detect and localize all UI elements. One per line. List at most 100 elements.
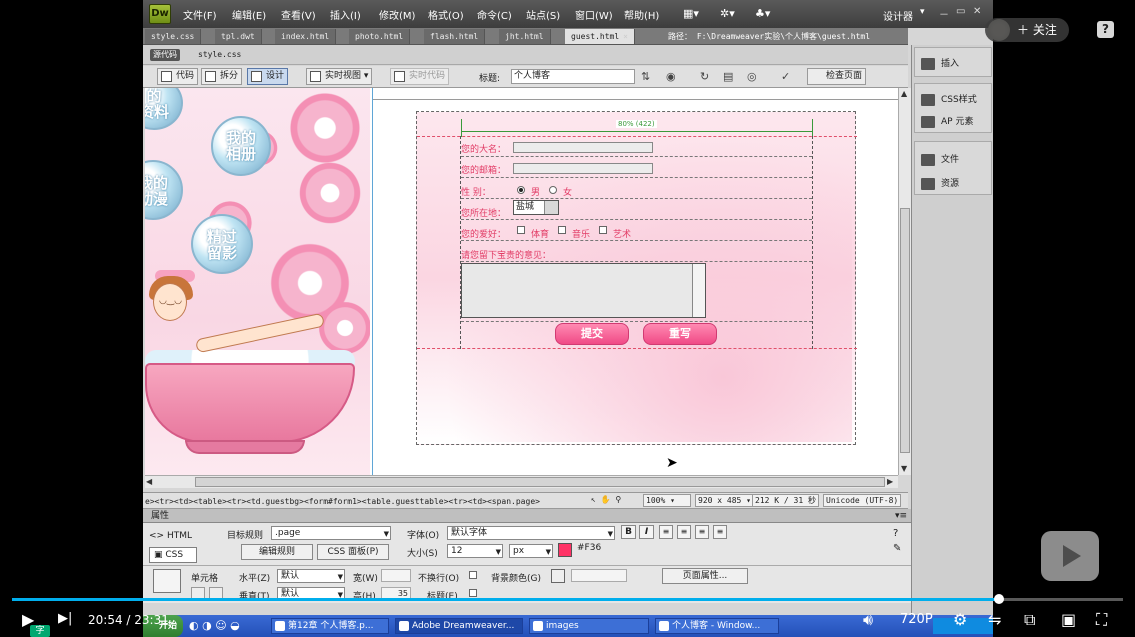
header-checkbox[interactable] (469, 589, 477, 597)
text-color-swatch[interactable] (558, 543, 572, 557)
picture-in-picture-icon[interactable]: ⧉ (1024, 610, 1035, 630)
zoom-select[interactable]: 100% ▾ (643, 494, 691, 507)
align-left-icon[interactable]: ≡ (659, 525, 673, 539)
refresh-icon[interactable]: ↻ (700, 70, 709, 83)
window-size[interactable]: 920 x 485 ▾ (695, 494, 754, 507)
source-code-button[interactable]: 源代码 (150, 49, 180, 61)
volume-icon[interactable]: 🔊︎ (863, 610, 873, 630)
hobby-sports-checkbox[interactable] (517, 226, 525, 234)
fullscreen-icon[interactable]: ⛶ (1096, 610, 1107, 630)
video-progress-knob[interactable] (994, 594, 1004, 604)
bold-button[interactable]: B (621, 525, 636, 539)
tab-index-html[interactable]: index.html (275, 29, 337, 44)
css-panel-button[interactable]: CSS 面板(P) (317, 544, 389, 560)
html-tab[interactable]: <> HTML (149, 531, 192, 541)
maximize-button[interactable]: ▭ (956, 6, 965, 17)
italic-button[interactable]: I (639, 525, 654, 539)
horizontal-scrollbar[interactable]: ◀ ▶ (145, 475, 898, 488)
reset-button[interactable]: 重写 (643, 323, 717, 345)
ap-elements-tab[interactable]: AP 元素 (921, 114, 973, 128)
menu-help[interactable]: 帮助(H) (624, 7, 659, 22)
quick-tag-icon[interactable]: ✎ (893, 543, 901, 554)
code-view-button[interactable]: 代码 (157, 68, 199, 85)
bg-color-input[interactable] (571, 569, 627, 582)
next-icon[interactable]: ▶| (58, 611, 72, 626)
danmaku-off-icon[interactable]: ⇋ (988, 610, 1001, 629)
panel-menu-icon[interactable]: ▾≡ (895, 509, 907, 523)
assets-tab[interactable]: 资源 (921, 176, 959, 190)
gender-female-radio[interactable] (549, 186, 557, 194)
menu-file[interactable]: 文件(F) (183, 7, 217, 22)
menu-format[interactable]: 格式(O) (428, 7, 464, 22)
follow-button[interactable]: ＋ 关注 (985, 18, 1069, 42)
menu-modify[interactable]: 修改(M) (379, 7, 415, 22)
scroll-up-icon[interactable]: ▲ (901, 89, 907, 98)
file-management-icon[interactable]: ⇅ (641, 70, 650, 83)
nav-bubble-profile[interactable]: 的资料 (145, 88, 183, 130)
related-file-link[interactable]: style.css (198, 50, 241, 59)
submit-button[interactable]: 提交 (555, 323, 629, 345)
scroll-right-icon[interactable]: ▶ (887, 477, 893, 486)
css-styles-tab[interactable]: CSS样式 (921, 92, 977, 106)
tab-jht-html[interactable]: jht.html (499, 29, 551, 44)
close-button[interactable]: ✕ (973, 6, 981, 17)
width-input[interactable] (381, 569, 411, 582)
tab-tpl-dwt[interactable]: tpl.dwt (215, 29, 262, 44)
live-view-button[interactable]: 实时视图 ▾ (306, 68, 373, 85)
nav-bubble-anime[interactable]: 我的 动漫 (145, 160, 183, 220)
vertical-scrollbar[interactable]: ▲ ▼ (898, 88, 911, 475)
menu-site[interactable]: 站点(S) (526, 7, 560, 22)
close-icon[interactable]: × (623, 32, 628, 41)
scroll-left-icon[interactable]: ◀ (146, 477, 152, 486)
hobby-art-checkbox[interactable] (599, 226, 607, 234)
nav-bubble-memories[interactable]: 精过 留影 (191, 214, 253, 274)
size-unit-select[interactable]: px ▼ (509, 544, 553, 558)
scroll-thumb[interactable] (900, 208, 910, 453)
horizontal-select[interactable]: 默认 ▼ (277, 569, 345, 583)
insert-panel-tab[interactable]: 插入 (921, 56, 959, 70)
scroll-thumb[interactable] (195, 477, 885, 487)
scroll-down-icon[interactable]: ▼ (901, 464, 907, 473)
widescreen-icon[interactable]: ▣ (1061, 610, 1076, 629)
align-justify-icon[interactable]: ≡ (713, 525, 727, 539)
text-color-value[interactable]: #F36 (577, 543, 601, 553)
align-center-icon[interactable]: ≡ (677, 525, 691, 539)
live-code-button[interactable]: 实时代码 (390, 68, 450, 85)
location-select[interactable]: 盐城 (513, 200, 559, 215)
align-right-icon[interactable]: ≡ (695, 525, 709, 539)
validate-icon[interactable]: ✓ (781, 70, 790, 83)
textarea-scrollbar[interactable] (692, 264, 705, 317)
help-icon[interactable]: ? (1097, 21, 1114, 38)
font-select[interactable]: 默认字体 ▼ (447, 526, 615, 540)
settings-icon[interactable]: ⚙ (953, 610, 967, 629)
tab-flash-html[interactable]: flash.html (424, 29, 486, 44)
tab-guest-html[interactable]: guest.html × (565, 29, 635, 44)
design-view[interactable]: 的资料 我的 相册 我的 动漫 精过 留影 ◡‿◡ 80% (422) 您的大名… (145, 88, 898, 475)
tab-photo-html[interactable]: photo.html (349, 29, 411, 44)
target-rule-select[interactable]: .page ▼ (271, 526, 391, 540)
message-textarea[interactable] (461, 263, 706, 318)
select-tool-icon[interactable]: ↖ ✋ ⚲ (589, 494, 623, 507)
subtitle-icon[interactable]: 字 (30, 625, 50, 637)
nowrap-checkbox[interactable] (469, 571, 477, 579)
menu-insert[interactable]: 插入(I) (330, 7, 361, 22)
menu-commands[interactable]: 命令(C) (477, 7, 512, 22)
menu-view[interactable]: 查看(V) (281, 7, 316, 22)
tag-selector[interactable]: e><tr><td><table><tr><td.guestbg><form#f… (145, 494, 540, 509)
bg-color-swatch[interactable] (551, 569, 565, 583)
hobby-music-checkbox[interactable] (558, 226, 566, 234)
help-icon[interactable]: ? (893, 528, 898, 539)
preview-browser-icon[interactable]: ◉ (666, 70, 676, 83)
page-properties-button[interactable]: 页面属性... (662, 568, 748, 584)
properties-header[interactable]: 属性 ▾≡ (143, 509, 911, 523)
merge-cells-icon[interactable] (153, 569, 181, 593)
view-options-icon[interactable]: ▤ (723, 70, 733, 83)
files-tab[interactable]: 文件 (921, 152, 959, 166)
menu-window[interactable]: 窗口(W) (575, 7, 613, 22)
design-view-button[interactable]: 设计 (247, 68, 289, 85)
chevron-down-icon[interactable]: ▾ (920, 7, 925, 17)
size-select[interactable]: 12 ▼ (447, 544, 503, 558)
name-input[interactable] (513, 142, 653, 153)
site-icon[interactable]: ♣▾ (755, 7, 770, 20)
check-page-button[interactable]: 检查页面 (807, 68, 867, 85)
